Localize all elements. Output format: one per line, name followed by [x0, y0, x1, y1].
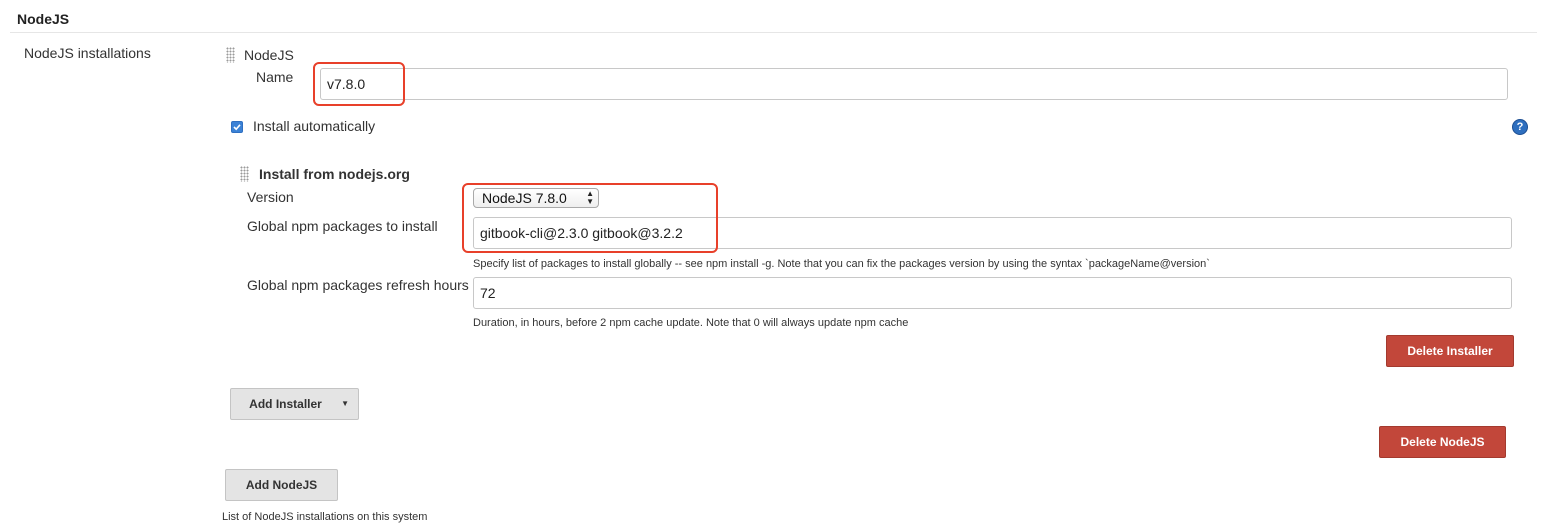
delete-installer-button[interactable]: Delete Installer [1386, 335, 1514, 367]
checkmark-icon [233, 124, 241, 131]
add-nodejs-button[interactable]: Add NodeJS [225, 469, 338, 501]
version-label: Version [247, 189, 294, 205]
add-installer-label: Add Installer [249, 397, 322, 411]
drag-handle-icon[interactable] [226, 47, 235, 63]
refresh-hours-label: Global npm packages refresh hours [247, 277, 469, 293]
select-arrows-icon: ▲ ▼ [586, 189, 594, 206]
name-label: Name [256, 69, 294, 85]
name-input[interactable] [320, 68, 1508, 100]
section-title: NodeJS [17, 11, 70, 27]
packages-hint: Specify list of packages to install glob… [473, 258, 1210, 270]
version-select-value: NodeJS 7.8.0 [482, 190, 567, 206]
install-automatically-label: Install automatically [253, 118, 376, 134]
drag-handle-icon[interactable] [240, 166, 249, 182]
packages-input[interactable] [473, 217, 1512, 249]
section-divider [10, 32, 1537, 33]
nodejs-installations-hint: List of NodeJS installations on this sys… [222, 511, 428, 523]
nodejs-block-header: NodeJS [244, 47, 294, 63]
help-icon[interactable]: ? [1512, 119, 1528, 135]
version-select[interactable]: NodeJS 7.8.0 ▲ ▼ [473, 188, 599, 208]
chevron-down-icon: ▼ [341, 399, 349, 408]
packages-label: Global npm packages to install [247, 218, 438, 234]
add-installer-button[interactable]: Add Installer ▼ [230, 388, 359, 420]
refresh-hours-input[interactable] [473, 277, 1512, 309]
refresh-hours-hint: Duration, in hours, before 2 npm cache u… [473, 317, 909, 329]
install-automatically-checkbox[interactable] [231, 121, 243, 133]
installer-header: Install from nodejs.org [259, 166, 410, 182]
delete-nodejs-button[interactable]: Delete NodeJS [1379, 426, 1506, 458]
nodejs-installations-label: NodeJS installations [24, 45, 151, 61]
